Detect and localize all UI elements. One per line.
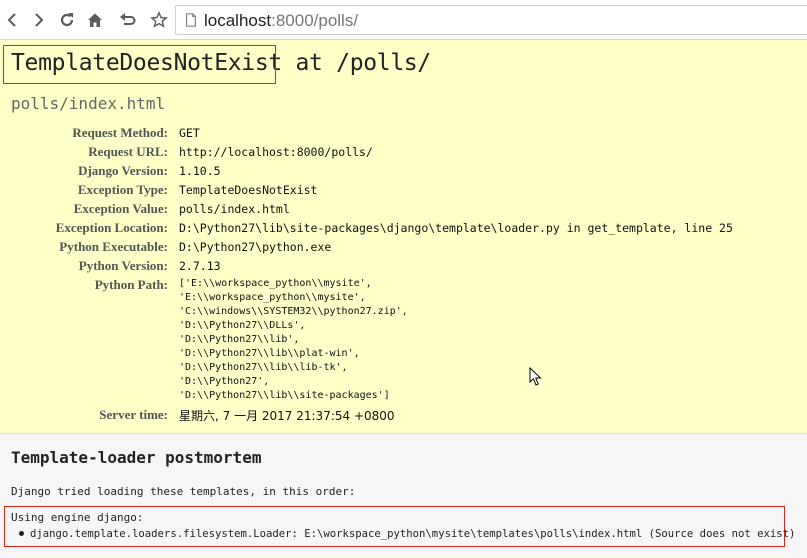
forward-icon[interactable] [27, 9, 49, 31]
url-text: localhost:8000/polls/ [204, 11, 358, 31]
python-path-item: 'C:\\windows\\SYSTEM32\\python27.zip', [179, 306, 408, 317]
meta-value-request-url: http://localhost:8000/polls/ [179, 145, 373, 159]
meta-value-request-method: GET [179, 126, 200, 140]
python-path-item: 'D:\\Python27', [179, 376, 270, 387]
python-path-item: 'D:\\Python27\\lib\\plat-win', [179, 348, 360, 359]
python-path-item: 'D:\\Python27\\lib\\site-packages'] [179, 390, 390, 401]
python-path-item: 'D:\\Python27\\lib\\lib-tk', [179, 362, 348, 373]
postmortem-title: Template-loader postmortem [11, 448, 262, 467]
meta-label-python-path: Python Path: [94, 277, 168, 292]
meta-label-python-version: Python Version: [78, 258, 168, 273]
bullet-icon [19, 530, 24, 536]
meta-label-server-time: Server time: [99, 407, 168, 422]
url-host: localhost [204, 11, 272, 30]
title-location: at /polls/ [281, 50, 432, 76]
star-icon[interactable] [148, 9, 170, 31]
meta-label-exception-value: Exception Value: [73, 201, 168, 216]
meta-value-exception-type: TemplateDoesNotExist [179, 183, 318, 197]
meta-value-python-executable: D:\Python27\python.exe [179, 240, 332, 254]
meta-value-exception-location: D:\Python27\lib\site-packages\django\tem… [179, 221, 733, 235]
loader-attempt-text: django.template.loaders.filesystem.Loade… [30, 528, 796, 540]
exception-highlight-box [3, 45, 276, 84]
back-icon[interactable] [2, 9, 24, 31]
postmortem-intro: Django tried loading these templates, in… [11, 485, 356, 498]
exception-value-subtitle: polls/index.html [11, 94, 166, 113]
meta-label-request-url: Request URL: [88, 144, 168, 159]
meta-value-django-version: 1.10.5 [179, 164, 221, 178]
python-path-item: 'D:\\Python27\\DLLs', [179, 320, 306, 331]
meta-label-python-executable: Python Executable: [59, 239, 168, 254]
home-icon[interactable] [84, 9, 106, 31]
url-path: :8000/polls/ [271, 11, 359, 30]
meta-value-server-time: 星期六, 7 一月 2017 21:37:54 +0800 [179, 409, 395, 423]
browser-toolbar: localhost:8000/polls/ [0, 0, 807, 40]
loader-attempt-item: django.template.loaders.filesystem.Loade… [19, 528, 795, 540]
mouse-cursor-icon [529, 367, 542, 386]
python-path-item: 'D:\\Python27\\lib', [179, 334, 300, 345]
meta-value-exception-value: polls/index.html [179, 202, 290, 216]
reload-icon[interactable] [56, 9, 78, 31]
meta-label-exception-location: Exception Location: [55, 220, 168, 235]
page-icon [182, 11, 200, 29]
engine-name: Using engine django: [11, 511, 144, 524]
address-bar[interactable]: localhost:8000/polls/ [175, 5, 807, 35]
meta-value-python-version: 2.7.13 [179, 259, 221, 273]
meta-label-exception-type: Exception Type: [77, 182, 168, 197]
meta-label-request-method: Request Method: [72, 125, 168, 140]
python-path-item: 'E:\\workspace_python\\mysite', [179, 292, 366, 303]
meta-label-django-version: Django Version: [78, 163, 168, 178]
python-path-item: ['E:\\workspace_python\\mysite', [179, 278, 372, 289]
undo-icon[interactable] [116, 9, 138, 31]
